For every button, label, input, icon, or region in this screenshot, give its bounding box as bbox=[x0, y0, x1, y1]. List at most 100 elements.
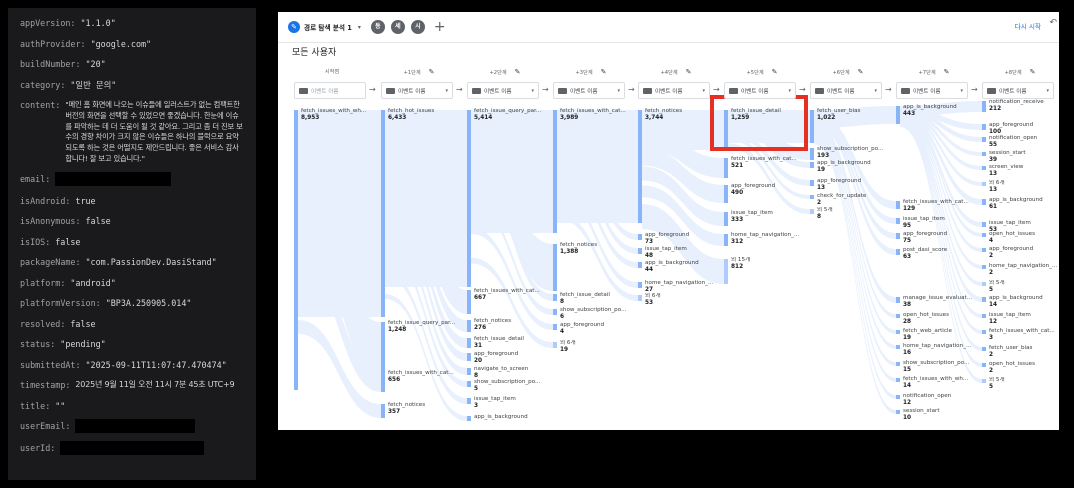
flow-node-bar[interactable] bbox=[638, 110, 642, 223]
flow-node[interactable]: 외 15개 812 bbox=[731, 257, 800, 270]
flow-node-bar[interactable] bbox=[638, 282, 642, 288]
flow-node[interactable]: show_subscription_po... 193 bbox=[817, 146, 886, 159]
flow-node[interactable]: manage_issue_evaluat... 38 bbox=[903, 295, 972, 308]
flow-node-bar[interactable] bbox=[982, 379, 986, 383]
flow-node[interactable]: issue_tap_item 3 bbox=[474, 396, 543, 409]
flow-node[interactable]: screen_view 13 bbox=[989, 164, 1058, 177]
event-name-dropdown[interactable]: 이벤트 이름 ▾ bbox=[638, 82, 710, 99]
flow-node-bar[interactable] bbox=[553, 110, 557, 233]
flow-node[interactable]: fetch_issues_with_wh... 8,953 bbox=[301, 108, 370, 121]
flow-node[interactable]: open_hot_issues 28 bbox=[903, 312, 972, 325]
flow-node[interactable]: 외 5개 8 bbox=[817, 207, 886, 220]
flow-node[interactable]: open_hot_issues 4 bbox=[989, 231, 1058, 244]
flow-node-bar[interactable] bbox=[381, 404, 385, 418]
flow-node-bar[interactable] bbox=[724, 212, 728, 226]
flow-node-bar[interactable] bbox=[982, 124, 986, 130]
flow-node[interactable]: fetch_notices 3,744 bbox=[645, 108, 714, 121]
flow-node[interactable]: app_foreground 490 bbox=[731, 183, 800, 196]
flow-node-bar[interactable] bbox=[982, 363, 986, 367]
flow-node-bar[interactable] bbox=[982, 347, 986, 351]
event-name-dropdown[interactable]: 이벤트 이름 ▾ bbox=[724, 82, 796, 99]
flow-node[interactable]: fetch_issues_with_cat... 3 bbox=[989, 328, 1058, 341]
flow-node-bar[interactable] bbox=[638, 262, 642, 268]
flow-node[interactable]: fetch_issues_with_cat... 656 bbox=[388, 370, 457, 383]
flow-node[interactable]: fetch_issues_with_cat... 129 bbox=[903, 199, 972, 212]
flow-node-bar[interactable] bbox=[982, 101, 986, 112]
flow-node[interactable]: fetch_issue_query_par... 1,248 bbox=[388, 320, 457, 333]
flow-node[interactable]: home_tap_navigation_... 16 bbox=[903, 343, 972, 356]
flow-node[interactable]: session_start 10 bbox=[903, 408, 972, 421]
flow-node-bar[interactable] bbox=[553, 294, 557, 301]
flow-node[interactable]: issue_tap_item 48 bbox=[645, 246, 714, 259]
flow-node[interactable]: post_dasi_score 63 bbox=[903, 247, 972, 260]
flow-node[interactable]: fetch_notices 1,388 bbox=[560, 242, 629, 255]
flow-node-bar[interactable] bbox=[467, 368, 471, 375]
flow-node-bar[interactable] bbox=[896, 233, 900, 239]
flow-node-bar[interactable] bbox=[467, 338, 471, 348]
flow-node[interactable]: fetch_hot_issues 6,433 bbox=[388, 108, 457, 121]
flow-node[interactable]: show_subscription_po... 5 bbox=[474, 379, 543, 392]
flow-node[interactable]: home_tap_navigation_... 27 bbox=[645, 280, 714, 293]
flow-node-bar[interactable] bbox=[810, 162, 814, 168]
flow-node[interactable]: 외 6개 19 bbox=[560, 340, 629, 353]
flow-node-bar[interactable] bbox=[638, 248, 642, 254]
flow-node[interactable]: app_foreground 73 bbox=[645, 232, 714, 245]
flow-node[interactable]: issue_tap_item 333 bbox=[731, 210, 800, 223]
flow-node-bar[interactable] bbox=[724, 259, 728, 284]
flow-node[interactable]: 외 5개 5 bbox=[989, 377, 1058, 390]
flow-node[interactable]: fetch_issue_detail 8 bbox=[560, 292, 629, 305]
flow-node-bar[interactable] bbox=[982, 182, 986, 186]
event-name-dropdown[interactable]: 이벤트 이름 ▾ bbox=[553, 82, 625, 99]
flow-node-bar[interactable] bbox=[982, 248, 986, 252]
flow-node-bar[interactable] bbox=[294, 110, 298, 390]
flow-node-bar[interactable] bbox=[896, 249, 900, 255]
flow-node-bar[interactable] bbox=[982, 199, 986, 205]
flow-node[interactable]: issue_tap_item 95 bbox=[903, 216, 972, 229]
flow-node[interactable]: 외 5개 5 bbox=[989, 280, 1058, 293]
flow-node[interactable]: fetch_user_bias 1,022 bbox=[817, 108, 886, 121]
flow-node[interactable]: app_foreground 75 bbox=[903, 231, 972, 244]
flow-node-bar[interactable] bbox=[982, 314, 986, 318]
flow-node-bar[interactable] bbox=[810, 209, 814, 214]
flow-node[interactable]: app_foreground 100 bbox=[989, 122, 1058, 135]
flow-node-bar[interactable] bbox=[896, 297, 900, 303]
flow-node-bar[interactable] bbox=[896, 378, 900, 382]
flow-node-bar[interactable] bbox=[467, 381, 471, 387]
flow-node-bar[interactable] bbox=[724, 185, 728, 203]
flow-node-bar[interactable] bbox=[896, 106, 900, 124]
flow-node[interactable]: app_is_background bbox=[474, 414, 543, 421]
flow-node-bar[interactable] bbox=[467, 110, 471, 287]
flow-node-bar[interactable] bbox=[467, 320, 471, 332]
flow-node-bar[interactable] bbox=[896, 362, 900, 366]
flow-node-bar[interactable] bbox=[381, 372, 385, 392]
event-name-dropdown[interactable]: 이벤트 이름 ▾ bbox=[810, 82, 882, 99]
flow-node[interactable]: home_tap_navigation_... 312 bbox=[731, 232, 800, 245]
flow-node-bar[interactable] bbox=[810, 148, 814, 160]
flow-node-bar[interactable] bbox=[553, 244, 557, 291]
flow-node[interactable]: issue_tap_item 12 bbox=[989, 312, 1058, 325]
flow-node[interactable]: app_is_background 14 bbox=[989, 295, 1058, 308]
flow-node[interactable]: fetch_notices 276 bbox=[474, 318, 543, 331]
flow-node[interactable]: notification_receive 212 bbox=[989, 99, 1058, 112]
flow-node-bar[interactable] bbox=[896, 201, 900, 209]
flow-node-bar[interactable] bbox=[553, 342, 557, 348]
flow-node-bar[interactable] bbox=[553, 309, 557, 315]
flow-node-bar[interactable] bbox=[724, 158, 728, 178]
flow-node-bar[interactable] bbox=[982, 282, 986, 286]
flow-node-bar[interactable] bbox=[896, 395, 900, 399]
flow-node-bar[interactable] bbox=[982, 152, 986, 156]
flow-node[interactable]: fetch_issues_with_wh... 14 bbox=[903, 376, 972, 389]
flow-node-bar[interactable] bbox=[467, 398, 471, 404]
flow-node[interactable]: fetch_issues_with_cat... 521 bbox=[731, 156, 800, 169]
flow-node-bar[interactable] bbox=[982, 137, 986, 142]
flow-node-bar[interactable] bbox=[467, 353, 471, 361]
flow-node[interactable]: 외 6개 53 bbox=[645, 293, 714, 306]
flow-node-bar[interactable] bbox=[381, 322, 385, 376]
flow-node-bar[interactable] bbox=[381, 110, 385, 317]
event-name-dropdown[interactable]: 이벤트 이름 bbox=[294, 82, 366, 99]
flow-node[interactable]: app_is_background 443 bbox=[903, 104, 972, 117]
event-name-dropdown[interactable]: 이벤트 이름 ▾ bbox=[381, 82, 453, 99]
flow-node[interactable]: fetch_notices 357 bbox=[388, 402, 457, 415]
flow-node-bar[interactable] bbox=[724, 234, 728, 246]
flow-node[interactable]: app_foreground 4 bbox=[560, 322, 629, 335]
